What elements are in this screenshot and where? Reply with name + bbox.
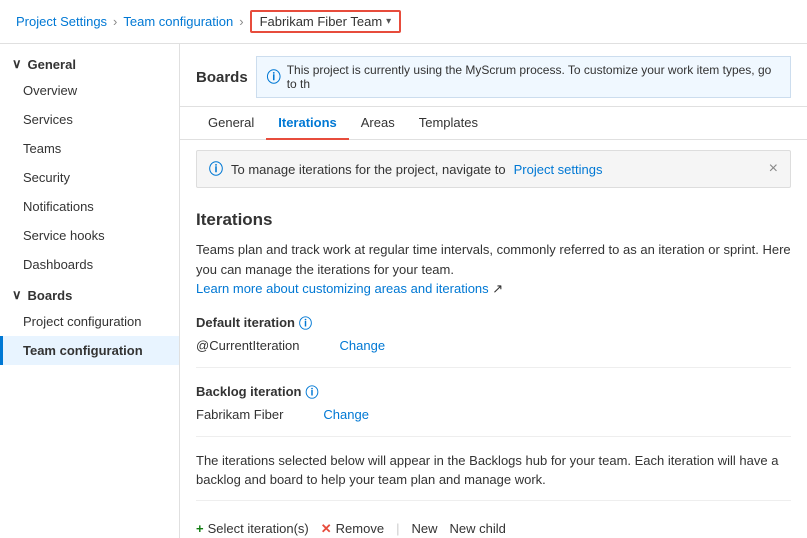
action-separator: | [396,521,399,536]
tab-areas[interactable]: Areas [349,107,407,140]
breadcrumb-project-settings[interactable]: Project Settings [16,14,107,29]
info-icon: ⓘ [299,313,312,332]
remove-label: Remove [336,521,384,536]
sidebar-item-project-configuration[interactable]: Project configuration [0,307,179,336]
sidebar-item-team-configuration[interactable]: Team configuration [0,336,179,365]
sidebar-general-label: General [28,57,76,72]
boards-title: Boards [196,69,248,86]
iterations-learn-more-link[interactable]: Learn more about customizing areas and i… [196,281,489,296]
alert-info-icon: ⓘ [209,159,223,179]
backlog-iteration-row: Fabrikam Fiber Change [196,407,791,422]
iterations-desc-text: Teams plan and track work at regular tim… [196,242,791,277]
sidebar-item-overview[interactable]: Overview [0,76,179,105]
new-child-button[interactable]: New child [449,521,505,536]
sidebar-section-general[interactable]: ∨ General [0,48,179,76]
backlog-iteration-section: Backlog iteration ⓘ Fabrikam Fiber Chang… [196,382,791,437]
sidebar-boards-label: Boards [28,288,73,303]
info-icon: ⓘ [267,67,281,87]
plus-icon: + [196,521,204,536]
breadcrumb-bar: Project Settings › Team configuration › … [0,0,807,44]
remove-button[interactable]: ✕ Remove [321,521,384,537]
default-iteration-change-link[interactable]: Change [340,338,386,353]
boards-info-banner: ⓘ This project is currently using the My… [256,56,791,98]
backlog-iteration-value: Fabrikam Fiber [196,407,283,422]
content-area: Boards ⓘ This project is currently using… [180,44,807,538]
action-bar: + Select iteration(s) ✕ Remove | New New… [196,515,791,538]
chevron-down-icon: ∨ [12,56,22,72]
x-icon: ✕ [321,521,332,537]
new-button[interactable]: New [411,521,437,536]
default-iteration-value: @CurrentIteration [196,338,300,353]
iterations-title: Iterations [196,210,791,230]
select-iterations-button[interactable]: + Select iteration(s) [196,521,309,536]
sidebar-item-services[interactable]: Services [0,105,179,134]
new-child-label: New child [449,521,505,536]
breadcrumb-team-dropdown[interactable]: Fabrikam Fiber Team ▾ [250,10,402,33]
sidebar: ∨ General Overview Services Teams Securi… [0,44,180,538]
backlog-iteration-label: Backlog iteration ⓘ [196,382,791,401]
backlog-iteration-label-text: Backlog iteration [196,384,301,399]
sidebar-item-teams[interactable]: Teams [0,134,179,163]
tab-templates[interactable]: Templates [407,107,490,140]
breadcrumb-team-configuration[interactable]: Team configuration [123,14,233,29]
sidebar-item-service-hooks[interactable]: Service hooks [0,221,179,250]
select-iterations-label: Select iteration(s) [208,521,309,536]
breadcrumb-sep-1: › [113,14,117,29]
sidebar-item-notifications[interactable]: Notifications [0,192,179,221]
alert-banner: ⓘ To manage iterations for the project, … [196,150,791,188]
chevron-down-icon: ∨ [12,287,22,303]
close-icon[interactable]: × [769,160,778,178]
boards-info-text: This project is currently using the MySc… [287,63,780,91]
iterations-description: Teams plan and track work at regular tim… [196,240,791,299]
sidebar-item-security[interactable]: Security [0,163,179,192]
tab-general[interactable]: General [196,107,266,140]
new-label: New [411,521,437,536]
default-iteration-section: Default iteration ⓘ @CurrentIteration Ch… [196,313,791,368]
alert-text-before: To manage iterations for the project, na… [231,162,506,177]
sidebar-section-boards[interactable]: ∨ Boards [0,279,179,307]
default-iteration-label: Default iteration ⓘ [196,313,791,332]
tab-iterations[interactable]: Iterations [266,107,349,140]
breadcrumb-team-label: Fabrikam Fiber Team [260,14,383,29]
iterations-content: Iterations Teams plan and track work at … [180,198,807,538]
info-icon: ⓘ [305,382,318,401]
breadcrumb-sep-2: › [239,14,243,29]
tabs-bar: General Iterations Areas Templates [180,107,807,140]
chevron-down-icon: ▾ [386,16,391,27]
boards-header: Boards ⓘ This project is currently using… [180,44,807,107]
default-iteration-label-text: Default iteration [196,315,295,330]
sidebar-item-dashboards[interactable]: Dashboards [0,250,179,279]
bottom-description: The iterations selected below will appea… [196,451,791,501]
backlog-iteration-change-link[interactable]: Change [323,407,369,422]
alert-project-settings-link[interactable]: Project settings [514,162,603,177]
default-iteration-row: @CurrentIteration Change [196,338,791,353]
external-link-icon: ↗ [492,281,503,296]
